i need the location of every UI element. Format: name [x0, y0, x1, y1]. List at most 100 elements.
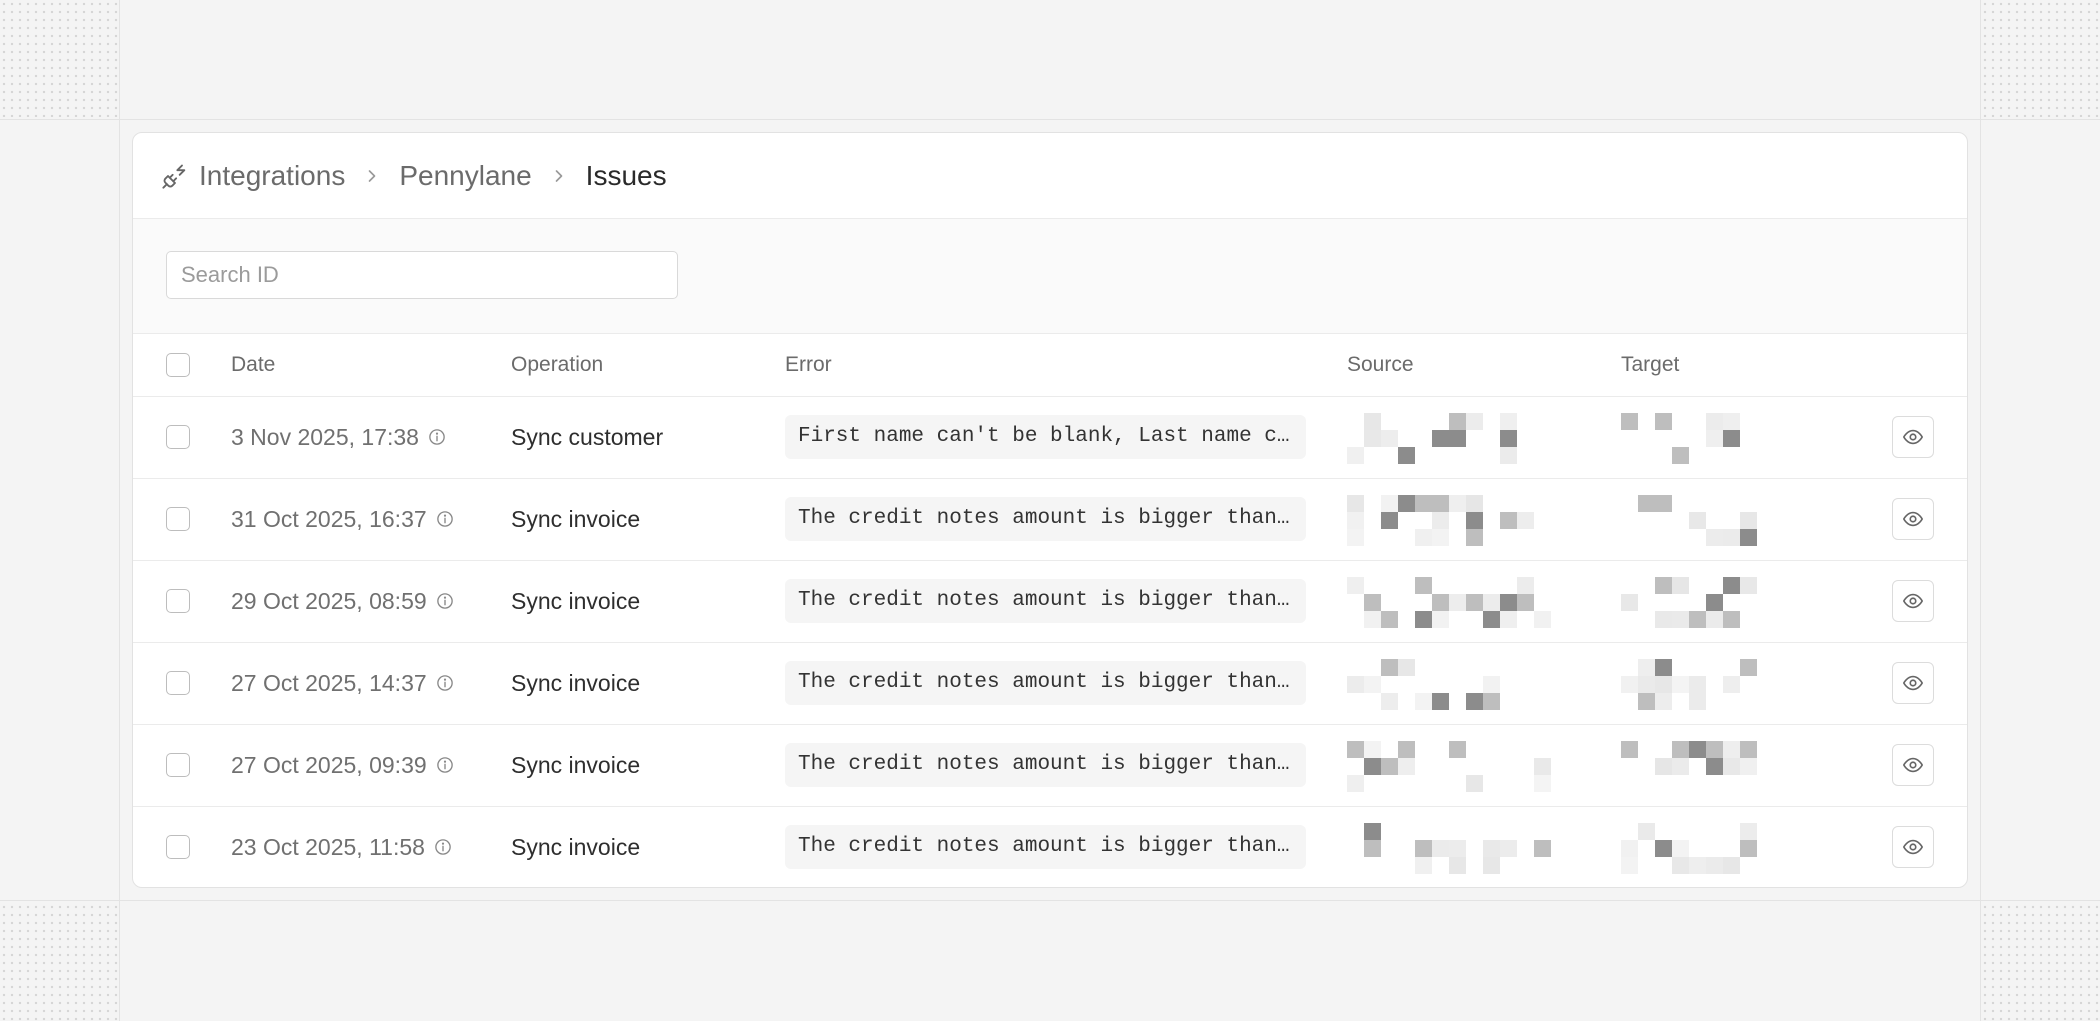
- frame-line: [0, 900, 2100, 901]
- breadcrumb-pennylane[interactable]: Pennylane: [399, 160, 531, 192]
- view-button[interactable]: [1892, 744, 1934, 786]
- breadcrumb-integrations[interactable]: Integrations: [199, 160, 345, 192]
- redaction-pixel: [1500, 611, 1517, 628]
- view-button[interactable]: [1892, 580, 1934, 622]
- redaction-pixel: [1381, 611, 1398, 628]
- table-row: 27 Oct 2025, 09:39 Sync invoice The cred…: [133, 724, 1967, 807]
- redaction-pixel: [1483, 840, 1500, 858]
- row-operation: Sync invoice: [511, 505, 641, 532]
- header-error: Error: [785, 334, 1347, 397]
- redaction-pixel: [1706, 758, 1723, 775]
- row-checkbox-cell: [133, 806, 231, 887]
- redacted-target: [1621, 573, 1761, 629]
- info-icon[interactable]: [428, 428, 446, 446]
- redaction-pixel: [1483, 693, 1500, 710]
- row-checkbox[interactable]: [166, 425, 190, 449]
- redaction-pixel: [1706, 430, 1723, 447]
- redacted-source: [1347, 655, 1557, 711]
- redaction-pixel: [1672, 577, 1689, 594]
- redaction-pixel: [1655, 693, 1672, 710]
- redaction-pixel: [1655, 676, 1672, 693]
- redaction-pixel: [1432, 693, 1449, 710]
- issues-card: Integrations Pennylane Issues Date Opera…: [132, 132, 1968, 888]
- redaction-pixel: [1449, 840, 1466, 858]
- frame-line: [1980, 0, 1981, 1021]
- redaction-pixel: [1689, 512, 1706, 529]
- row-checkbox[interactable]: [166, 589, 190, 613]
- actions-cell: [1851, 806, 1967, 887]
- redacted-target: [1621, 655, 1761, 711]
- row-checkbox[interactable]: [166, 753, 190, 777]
- redaction-pixel: [1381, 495, 1398, 512]
- row-operation: Sync invoice: [511, 751, 641, 778]
- redaction-pixel: [1347, 577, 1364, 594]
- table-header-row: Date Operation Error Source Target: [133, 334, 1967, 397]
- redaction-pixel: [1655, 611, 1672, 628]
- table-row: 29 Oct 2025, 08:59 Sync invoice The cred…: [133, 560, 1967, 643]
- redaction-pixel: [1655, 413, 1672, 430]
- redaction-pixel: [1655, 758, 1672, 775]
- dot-pattern: [1981, 0, 2100, 117]
- eye-icon: [1903, 429, 1923, 445]
- info-icon[interactable]: [436, 674, 454, 692]
- redaction-pixel: [1483, 611, 1500, 628]
- row-error: The credit notes amount is bigger than t…: [785, 825, 1306, 870]
- info-icon[interactable]: [436, 510, 454, 528]
- row-error: The credit notes amount is bigger than t…: [785, 743, 1306, 787]
- redaction-pixel: [1432, 840, 1449, 858]
- error-cell: The credit notes amount is bigger than t…: [785, 724, 1347, 807]
- row-checkbox[interactable]: [166, 835, 190, 860]
- source-cell: [1347, 478, 1621, 561]
- dot-pattern: [0, 0, 119, 117]
- row-checkbox[interactable]: [166, 671, 190, 695]
- redaction-pixel: [1534, 611, 1551, 628]
- info-icon[interactable]: [436, 592, 454, 610]
- row-checkbox-cell: [133, 560, 231, 643]
- view-button[interactable]: [1892, 662, 1934, 704]
- row-date: 3 Nov 2025, 17:38: [231, 423, 419, 450]
- view-button[interactable]: [1892, 826, 1934, 869]
- date-cell: 31 Oct 2025, 16:37: [231, 478, 511, 561]
- breadcrumb: Integrations Pennylane Issues: [133, 133, 1967, 219]
- row-operation: Sync invoice: [511, 833, 641, 860]
- view-button[interactable]: [1892, 416, 1934, 458]
- redaction-pixel: [1740, 823, 1757, 841]
- redaction-pixel: [1638, 495, 1655, 512]
- redaction-pixel: [1689, 611, 1706, 628]
- redacted-source: [1347, 573, 1557, 629]
- select-all-checkbox[interactable]: [166, 352, 190, 377]
- redaction-pixel: [1723, 741, 1740, 758]
- header-date: Date: [231, 334, 511, 397]
- table-row: 31 Oct 2025, 16:37 Sync invoice The cred…: [133, 478, 1967, 561]
- redaction-pixel: [1381, 693, 1398, 710]
- row-error: The credit notes amount is bigger than t…: [785, 497, 1306, 541]
- info-icon[interactable]: [434, 838, 452, 856]
- table-row: 23 Oct 2025, 11:58 Sync invoice The cred…: [133, 806, 1967, 887]
- info-icon[interactable]: [436, 756, 454, 774]
- dot-pattern: [1981, 903, 2100, 1021]
- search-input[interactable]: [166, 251, 678, 299]
- target-cell: [1621, 806, 1851, 887]
- redaction-pixel: [1534, 840, 1551, 858]
- redaction-pixel: [1517, 512, 1534, 529]
- redaction-pixel: [1347, 447, 1364, 464]
- source-cell: [1347, 560, 1621, 643]
- redaction-pixel: [1381, 512, 1398, 529]
- eye-icon: [1903, 511, 1923, 527]
- row-operation: Sync customer: [511, 423, 664, 450]
- redaction-pixel: [1466, 693, 1483, 710]
- redaction-pixel: [1432, 529, 1449, 546]
- redaction-pixel: [1723, 430, 1740, 447]
- row-checkbox-cell: [133, 724, 231, 807]
- dot-pattern: [0, 903, 119, 1021]
- row-checkbox[interactable]: [166, 507, 190, 531]
- operation-cell: Sync invoice: [511, 724, 785, 807]
- redaction-pixel: [1534, 775, 1551, 792]
- error-cell: The credit notes amount is bigger than t…: [785, 478, 1347, 561]
- date-wrapper: 29 Oct 2025, 08:59: [231, 588, 511, 615]
- redaction-pixel: [1740, 840, 1757, 858]
- redaction-pixel: [1415, 495, 1432, 512]
- view-button[interactable]: [1892, 498, 1934, 540]
- redaction-pixel: [1347, 741, 1364, 758]
- actions-cell: [1851, 724, 1967, 807]
